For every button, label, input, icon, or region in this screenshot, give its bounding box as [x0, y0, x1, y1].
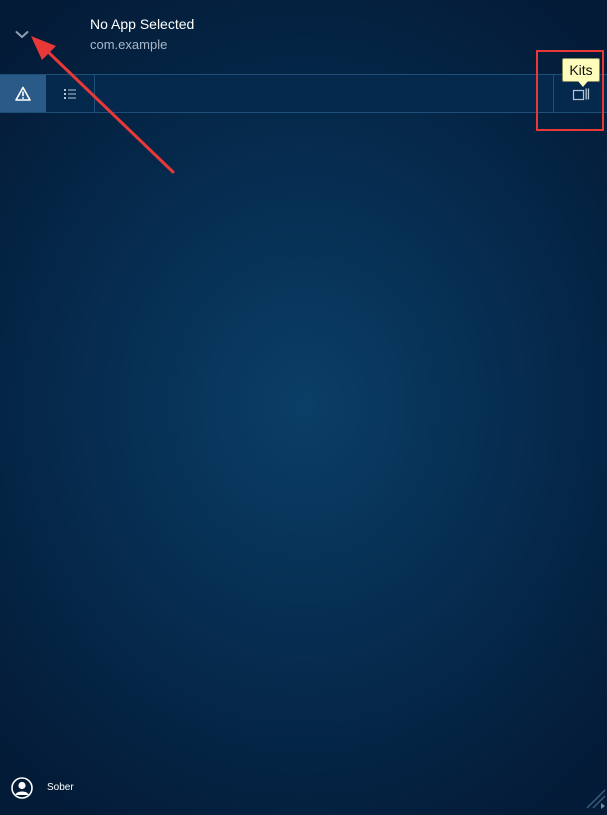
- toolbar: [0, 74, 607, 113]
- app-bundle-id: com.example: [90, 37, 168, 52]
- user-name: Sober: [47, 782, 74, 793]
- tab-warnings[interactable]: [0, 75, 46, 112]
- warning-icon: [15, 86, 31, 101]
- kits-tooltip: Kits: [562, 58, 600, 87]
- tooltip-text: Kits: [569, 62, 593, 78]
- chevron-down-icon[interactable]: [12, 24, 32, 44]
- annotation-arrow: [31, 36, 175, 174]
- tab-list[interactable]: [46, 75, 95, 112]
- user-avatar-icon[interactable]: [11, 777, 33, 799]
- header: No App Selected com.example: [0, 0, 607, 74]
- list-icon: [64, 88, 76, 99]
- kits-icon: [572, 88, 589, 100]
- resize-grip-icon[interactable]: [585, 788, 607, 810]
- app-title: No App Selected: [90, 16, 195, 32]
